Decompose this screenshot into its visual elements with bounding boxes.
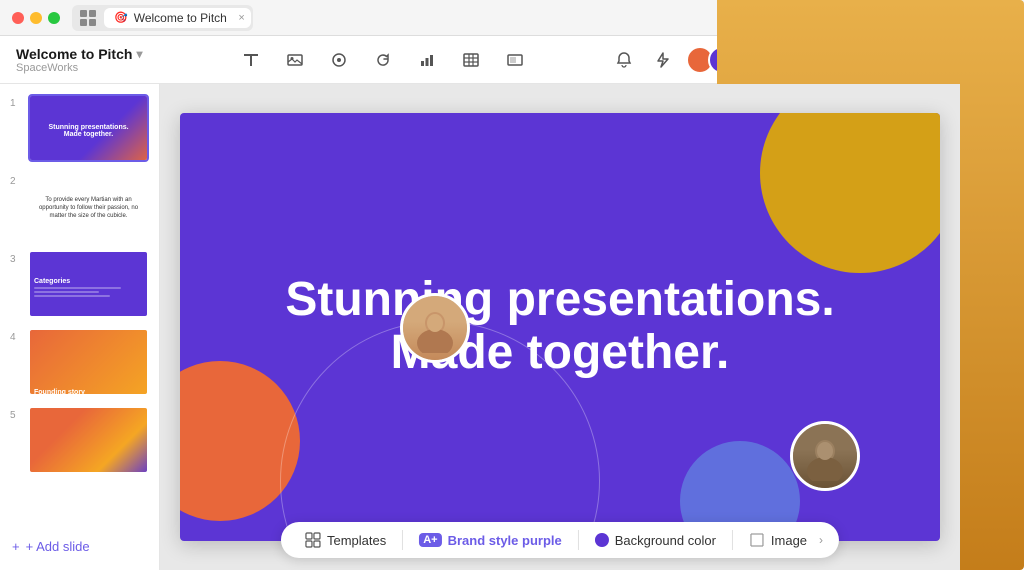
- background-color-button[interactable]: Background color: [587, 529, 724, 552]
- notifications-button[interactable]: [610, 46, 638, 74]
- slide-num-5: 5: [10, 410, 22, 421]
- person-face-2: [793, 424, 857, 488]
- brand-icon: A+: [419, 533, 441, 547]
- app-title-area: Welcome to Pitch ▾ SpaceWorks: [16, 46, 156, 74]
- bottom-toolbar: Templates A+ Brand style purple Backgrou…: [281, 522, 839, 558]
- toolbar-more-chevron[interactable]: ›: [819, 533, 823, 547]
- tab-label: Welcome to Pitch: [134, 11, 227, 25]
- templates-icon: [305, 532, 321, 548]
- lightning-button[interactable]: [648, 46, 676, 74]
- slide-num-2: 2: [10, 176, 22, 187]
- slide-headline-line2: Made together.: [218, 327, 902, 380]
- toolbar-divider-1: [402, 530, 403, 550]
- person-avatar-2: [790, 421, 860, 491]
- image-button[interactable]: Image: [741, 528, 815, 552]
- add-slide-icon: +: [12, 539, 20, 554]
- slide-num-4: 4: [10, 332, 22, 343]
- table-tool-button[interactable]: [457, 46, 485, 74]
- slide-num-1: 1: [10, 98, 22, 109]
- slide-thumb-1[interactable]: 1 Stunning presentations.Made together.: [8, 92, 151, 164]
- brand-label: Brand style purple: [448, 533, 562, 548]
- main-content: 1 Stunning presentations.Made together. …: [0, 84, 1024, 570]
- slide-headline-line1: Stunning presentations.: [218, 274, 902, 327]
- background-color-swatch: [595, 533, 609, 547]
- refresh-tool-button[interactable]: [369, 46, 397, 74]
- app-name: Welcome to Pitch: [16, 46, 132, 62]
- toolbar-divider-3: [732, 530, 733, 550]
- templates-label: Templates: [327, 533, 386, 548]
- minimize-traffic-light[interactable]: [30, 12, 42, 24]
- slide-thumb-5[interactable]: 5: [8, 404, 151, 476]
- toolbar-divider-2: [578, 530, 579, 550]
- slide-preview-1[interactable]: Stunning presentations.Made together.: [28, 94, 149, 162]
- templates-button[interactable]: Templates: [297, 528, 394, 552]
- slide-thumb-4[interactable]: 4 Founding story: [8, 326, 151, 398]
- canvas-area[interactable]: Stunning presentations. Made together.: [160, 84, 960, 570]
- brand-style-button[interactable]: A+ Brand style purple: [411, 529, 570, 552]
- add-slide-button[interactable]: + + Add slide: [8, 531, 151, 562]
- traffic-lights: [12, 12, 60, 24]
- person-avatar-1: [400, 293, 470, 363]
- slide-panel: 1 Stunning presentations.Made together. …: [0, 84, 160, 570]
- person-face-1: [403, 296, 467, 360]
- tab-group: 🎯 Welcome to Pitch ×: [72, 5, 253, 31]
- shape-tool-button[interactable]: [325, 46, 353, 74]
- toolbar-center: [156, 46, 610, 74]
- slide-preview-4[interactable]: Founding story: [28, 328, 149, 396]
- image-tool-button[interactable]: [281, 46, 309, 74]
- image-label: Image: [771, 533, 807, 548]
- slide-canvas[interactable]: Stunning presentations. Made together.: [180, 113, 940, 541]
- slide-thumb-2[interactable]: 2 To provide every Martian with an oppor…: [8, 170, 151, 242]
- slide-thumb-3[interactable]: 3 Categories: [8, 248, 151, 320]
- gold-circle-decoration: [760, 113, 940, 273]
- app-switcher[interactable]: [74, 7, 102, 29]
- app-title-chevron[interactable]: ▾: [136, 47, 142, 61]
- slide-preview-5[interactable]: [28, 406, 149, 474]
- slide-headline: Stunning presentations. Made together.: [218, 274, 902, 380]
- add-slide-label: + Add slide: [26, 539, 90, 554]
- app-subtitle: SpaceWorks: [16, 62, 156, 74]
- fullscreen-traffic-light[interactable]: [48, 12, 60, 24]
- slide-preview-2[interactable]: To provide every Martian with an opportu…: [28, 172, 149, 240]
- app-title[interactable]: Welcome to Pitch ▾: [16, 46, 156, 62]
- background-color-label: Background color: [615, 533, 716, 548]
- embed-tool-button[interactable]: [501, 46, 529, 74]
- image-icon: [749, 532, 765, 548]
- chart-tool-button[interactable]: [413, 46, 441, 74]
- slide-preview-3[interactable]: Categories: [28, 250, 149, 318]
- tab-welcome-to-pitch[interactable]: 🎯 Welcome to Pitch ×: [104, 8, 251, 28]
- tab-close-icon[interactable]: ×: [238, 12, 244, 24]
- text-tool-button[interactable]: [237, 46, 265, 74]
- slide-num-3: 3: [10, 254, 22, 265]
- close-traffic-light[interactable]: [12, 12, 24, 24]
